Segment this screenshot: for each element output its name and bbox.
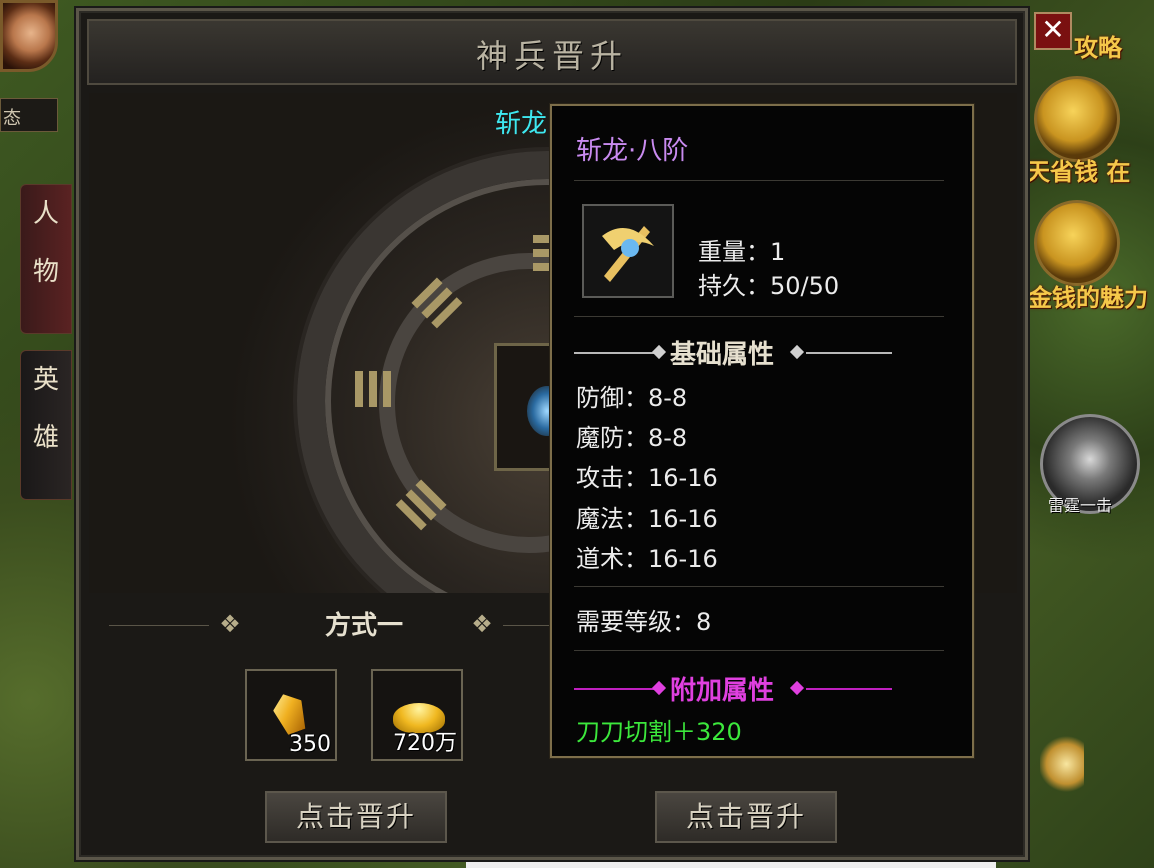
base-attr-title: 基础属性 xyxy=(670,340,775,370)
required-level: 需要等级：8 xyxy=(576,608,712,636)
material-quantity: 350 xyxy=(289,732,331,757)
stat-magic: 魔法：16-16 xyxy=(576,505,718,533)
status-label: 态 xyxy=(3,108,21,129)
weight-text: 重量：1 xyxy=(698,238,786,266)
divider xyxy=(574,650,944,651)
weapon-name: 斩龙 xyxy=(495,109,548,139)
stat-attack: 攻击：16-16 xyxy=(576,464,718,492)
divider xyxy=(574,352,654,354)
gold-ingot-pile-icon[interactable] xyxy=(1034,200,1120,286)
ornament-icon: ❖ xyxy=(471,610,493,638)
strip-label-guide[interactable]: 攻略 xyxy=(1074,28,1122,63)
extra-attr-title: 附加属性 xyxy=(670,676,775,706)
tab-hero[interactable]: 英 雄 xyxy=(20,350,72,500)
stat-defense: 防御：8-8 xyxy=(576,384,688,412)
tab-character-label-2: 物 xyxy=(32,257,59,287)
extra-stat: 刀刀切割＋320 xyxy=(576,718,742,746)
ornament-icon xyxy=(789,680,805,696)
horn-icon[interactable] xyxy=(1040,736,1084,792)
divider xyxy=(806,688,892,690)
tooltip-title: 斩龙·八阶 xyxy=(576,136,689,166)
ornament-icon xyxy=(651,680,667,696)
divider xyxy=(574,316,944,317)
ornament-icon xyxy=(651,344,667,360)
skill-label: 雷霆一击 xyxy=(1048,496,1113,515)
material-quantity: 720万 xyxy=(393,731,457,756)
divider xyxy=(806,352,892,354)
tab-hero-label-2: 雄 xyxy=(32,423,59,453)
ornament-icon: ❖ xyxy=(219,610,241,638)
panel-header: 神兵晋升 xyxy=(87,19,1017,85)
extra-attr-section: 附加属性 xyxy=(574,674,892,706)
close-icon[interactable]: ✕ xyxy=(1034,12,1072,50)
divider xyxy=(574,586,944,587)
player-avatar[interactable] xyxy=(0,0,58,72)
gold-crystal-icon xyxy=(269,689,311,737)
method-title: 方式一 xyxy=(325,611,404,641)
stat-magic-defense: 魔防：8-8 xyxy=(576,424,688,452)
divider xyxy=(109,625,209,626)
item-tooltip: 斩龙·八阶 重量：1 持久：50/50 基础属性 防御：8-8 魔防：8-8 攻… xyxy=(550,104,974,758)
weapon-icon xyxy=(582,204,674,298)
status-box: 态 xyxy=(0,98,58,132)
trigram-icon xyxy=(383,371,391,407)
panel-title: 神兵晋升 xyxy=(475,37,628,75)
divider xyxy=(574,688,654,690)
tab-character-label-1: 人 xyxy=(32,199,59,229)
divider xyxy=(574,180,944,181)
stat-taoism: 道术：16-16 xyxy=(576,545,718,573)
strip-label-save[interactable]: 天省钱 在 xyxy=(1026,152,1130,187)
divider xyxy=(503,625,553,626)
tab-character[interactable]: 人 物 xyxy=(20,184,72,334)
upgrade-button-2[interactable]: 点击晋升 xyxy=(655,791,837,843)
tab-hero-label-1: 英 xyxy=(32,365,59,395)
ornament-icon xyxy=(789,344,805,360)
gold-pile-icon[interactable] xyxy=(1034,76,1120,162)
material-slot-crystal[interactable]: 350 xyxy=(245,669,337,761)
durability-text: 持久：50/50 xyxy=(698,272,840,300)
strip-label-money[interactable]: 金钱的魅力 xyxy=(1028,278,1148,313)
upgrade-button-1[interactable]: 点击晋升 xyxy=(265,791,447,843)
material-slot-ingot[interactable]: 720万 xyxy=(371,669,463,761)
base-attr-section: 基础属性 xyxy=(574,338,892,370)
